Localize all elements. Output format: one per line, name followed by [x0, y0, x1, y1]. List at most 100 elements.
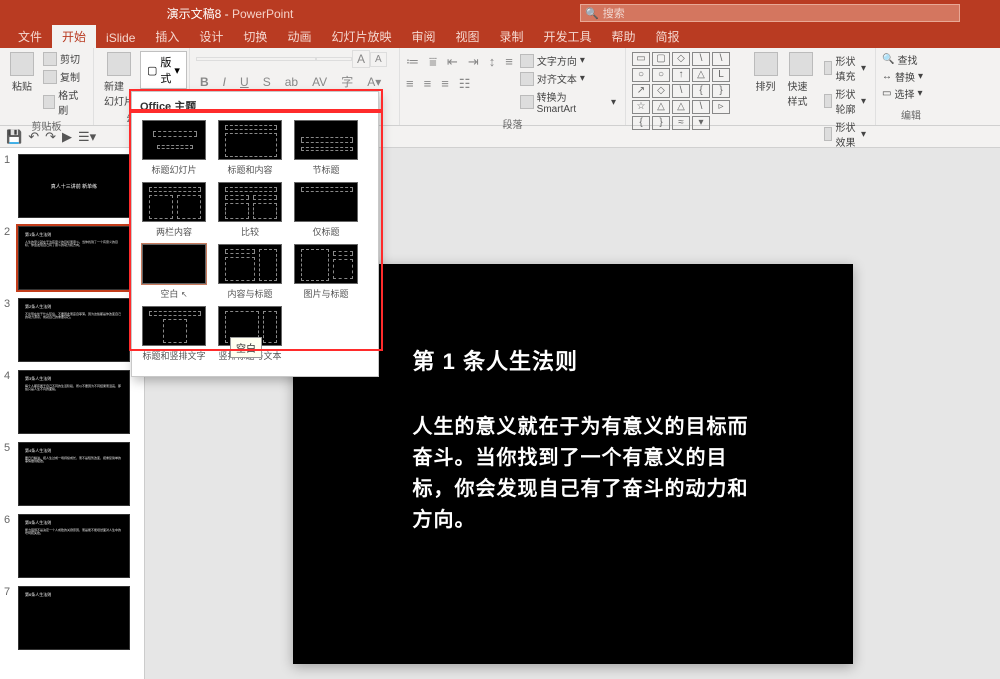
- char-spacing-button[interactable]: AV: [308, 74, 331, 90]
- thumbnail-slide-3[interactable]: 3第2条人生法则不论现在处于什么环境，不要因此而妄自菲薄。因为这些都是你改变自己…: [4, 298, 140, 362]
- paste-button[interactable]: 粘贴: [6, 50, 38, 95]
- group-drawing: ▭▢◇\\○○↑ △L↗◇\{}☆ △△\▹{}≈▾ 排列 快速样式 形状填充 …: [626, 48, 876, 125]
- layout-option-标题和竖排文字[interactable]: 标题和竖排文字: [142, 306, 206, 362]
- indent-dec-button[interactable]: ⇤: [447, 54, 458, 70]
- tab-设计[interactable]: 设计: [189, 25, 233, 48]
- align-center-button[interactable]: ≡: [406, 76, 414, 92]
- cut-icon: [43, 52, 57, 66]
- tab-开始[interactable]: 开始: [52, 25, 96, 48]
- bold-button[interactable]: B: [196, 74, 213, 90]
- editing-label: 编辑: [882, 107, 940, 123]
- thumbnail-slide-5[interactable]: 5第4条人生法则要日日精进，把人生过成一场持续成长，而不是短暂改变，把重复简单的…: [4, 442, 140, 506]
- app-name: PowerPoint: [232, 7, 293, 21]
- line-spacing-button[interactable]: ↕: [489, 54, 496, 70]
- title-bar: 演示文稿8 - PowerPoint 🔍 搜索: [0, 0, 1000, 26]
- align-right-button[interactable]: ≡: [424, 76, 432, 92]
- layout-option-空白[interactable]: 空白 ↖: [142, 244, 206, 300]
- slide-title[interactable]: 第 1 条人生法则: [413, 344, 793, 376]
- arrange-icon: [754, 52, 778, 76]
- tab-文件[interactable]: 文件: [8, 25, 52, 48]
- search-icon: 🔍: [585, 7, 599, 20]
- layout-option-仅标题[interactable]: 仅标题: [294, 182, 358, 238]
- thumbnail-slide-1[interactable]: 1真人十三讲前 新单练: [4, 154, 140, 218]
- shadow-button[interactable]: ab: [281, 74, 302, 90]
- tab-视图[interactable]: 视图: [445, 25, 489, 48]
- indent-inc-button[interactable]: ⇥: [468, 54, 479, 70]
- thumbnail-panel[interactable]: 1真人十三讲前 新单练 2第1条人生法则人生的意义就在于为有意义的目标而奋斗。当你…: [0, 148, 145, 679]
- align-text-icon: [520, 72, 534, 86]
- justify-button[interactable]: ≡: [441, 76, 449, 92]
- smartart-button[interactable]: 转换为 SmartArt ▾: [517, 88, 619, 116]
- effect-icon: [824, 127, 833, 141]
- window-title: 演示文稿8 - PowerPoint: [0, 5, 580, 22]
- group-paragraph: ≔ ⩸ ⇤ ⇥ ↕ ≡ ≡ ≡ ≡ ☷ 文字方向 ▾ 对齐文本 ▾ 转换为 Sm…: [400, 48, 626, 125]
- tab-动画[interactable]: 动画: [277, 25, 321, 48]
- search-placeholder: 搜索: [603, 5, 625, 21]
- format-painter-button[interactable]: 格式刷: [40, 86, 87, 118]
- thumbnail-slide-6[interactable]: 6第5条人生法则能力强弱不是决定一个人成败的关键原因，而是能不能坦然面对人生中的…: [4, 514, 140, 578]
- replace-icon: ↔: [882, 71, 892, 82]
- layout-tooltip: 空白: [230, 337, 262, 358]
- text-direction-icon: [520, 54, 534, 68]
- quick-styles-button[interactable]: 快速样式: [784, 50, 819, 110]
- underline-button[interactable]: U: [236, 74, 253, 90]
- font-size-combo[interactable]: [316, 57, 352, 61]
- thumbnail-slide-7[interactable]: 7第6条人生法则: [4, 586, 140, 650]
- shape-outline-button[interactable]: 形状轮廓 ▾: [821, 85, 869, 117]
- cut-button[interactable]: 剪切: [40, 50, 87, 67]
- fill-icon: [824, 61, 833, 75]
- thumbnail-slide-4[interactable]: 4第3条人生法则每个人都有属于自己不同的生活阶段，所以不要因为不同结果而沮丧，那…: [4, 370, 140, 434]
- layout-option-比较[interactable]: 比较: [218, 182, 282, 238]
- numbering-button[interactable]: ⩸: [429, 54, 437, 70]
- new-slide-icon: [107, 52, 131, 76]
- bullets-button[interactable]: ≔: [406, 54, 419, 70]
- align-text-button[interactable]: 对齐文本 ▾: [517, 70, 619, 87]
- text-direction-button[interactable]: 文字方向 ▾: [517, 52, 619, 69]
- columns-button[interactable]: ☷: [459, 76, 471, 92]
- find-button[interactable]: 🔍查找: [882, 52, 923, 67]
- group-editing: 🔍查找 ↔替换 ▾ ▭选择 ▾ 编辑: [876, 48, 946, 125]
- slide-body[interactable]: 人生的意义就在于为有意义的目标而奋斗。当你找到了一个有意义的目标，你会发现自己有…: [413, 412, 753, 536]
- tab-插入[interactable]: 插入: [145, 25, 189, 48]
- tab-切换[interactable]: 切换: [233, 25, 277, 48]
- tab-iSlide[interactable]: iSlide: [96, 28, 145, 48]
- layout-gallery-header: Office 主题: [132, 92, 378, 118]
- replace-button[interactable]: ↔替换 ▾: [882, 69, 923, 84]
- layout-dropdown[interactable]: ▢版式▾: [140, 51, 187, 89]
- font-family-combo[interactable]: [196, 57, 316, 61]
- copy-button[interactable]: 复制: [40, 68, 87, 85]
- shapes-gallery[interactable]: ▭▢◇\\○○↑ △L↗◇\{}☆ △△\▹{}≈▾: [632, 50, 748, 130]
- paragraph-label: 段落: [406, 116, 619, 132]
- search-box[interactable]: 🔍 搜索: [580, 4, 960, 22]
- layout-gallery-dropdown: Office 主题 标题幻灯片标题和内容节标题两栏内容比较仅标题空白 ↖内容与标…: [131, 91, 379, 377]
- tab-录制[interactable]: 录制: [490, 25, 534, 48]
- strike-button[interactable]: S: [259, 74, 275, 90]
- align-left-button[interactable]: ≡: [505, 54, 513, 70]
- shape-effect-button[interactable]: 形状效果 ▾: [821, 118, 869, 150]
- thumbnail-slide-2[interactable]: 2第1条人生法则人生的意义就在于为有意义的目标而奋斗。当你找到了一个有意义的目标…: [4, 226, 140, 290]
- layout-option-两栏内容[interactable]: 两栏内容: [142, 182, 206, 238]
- layout-option-标题和内容[interactable]: 标题和内容: [218, 120, 282, 176]
- smartart-icon: [520, 95, 534, 109]
- layout-option-节标题[interactable]: 节标题: [294, 120, 358, 176]
- shape-fill-button[interactable]: 形状填充 ▾: [821, 52, 869, 84]
- arrange-button[interactable]: 排列: [750, 50, 782, 95]
- change-case-button[interactable]: 字: [337, 72, 357, 91]
- increase-font-button[interactable]: A: [352, 50, 370, 68]
- tab-简报[interactable]: 简报: [646, 25, 690, 48]
- decrease-font-button[interactable]: A: [370, 52, 387, 67]
- tab-帮助[interactable]: 帮助: [602, 25, 646, 48]
- layout-option-内容与标题[interactable]: 内容与标题: [218, 244, 282, 300]
- clipboard-label: 剪贴板: [6, 118, 87, 134]
- layout-option-图片与标题[interactable]: 图片与标题: [294, 244, 358, 300]
- brush-icon: [43, 95, 55, 109]
- outline-icon: [824, 94, 833, 108]
- select-button[interactable]: ▭选择 ▾: [882, 86, 923, 101]
- ribbon-tabs: 文件开始iSlide插入设计切换动画幻灯片放映审阅视图录制开发工具帮助简报: [0, 26, 1000, 48]
- font-color-button[interactable]: A▾: [363, 74, 385, 90]
- italic-button[interactable]: I: [219, 74, 230, 90]
- tab-审阅[interactable]: 审阅: [401, 25, 445, 48]
- layout-option-标题幻灯片[interactable]: 标题幻灯片: [142, 120, 206, 176]
- tab-开发工具[interactable]: 开发工具: [534, 25, 602, 48]
- tab-幻灯片放映[interactable]: 幻灯片放映: [321, 25, 401, 48]
